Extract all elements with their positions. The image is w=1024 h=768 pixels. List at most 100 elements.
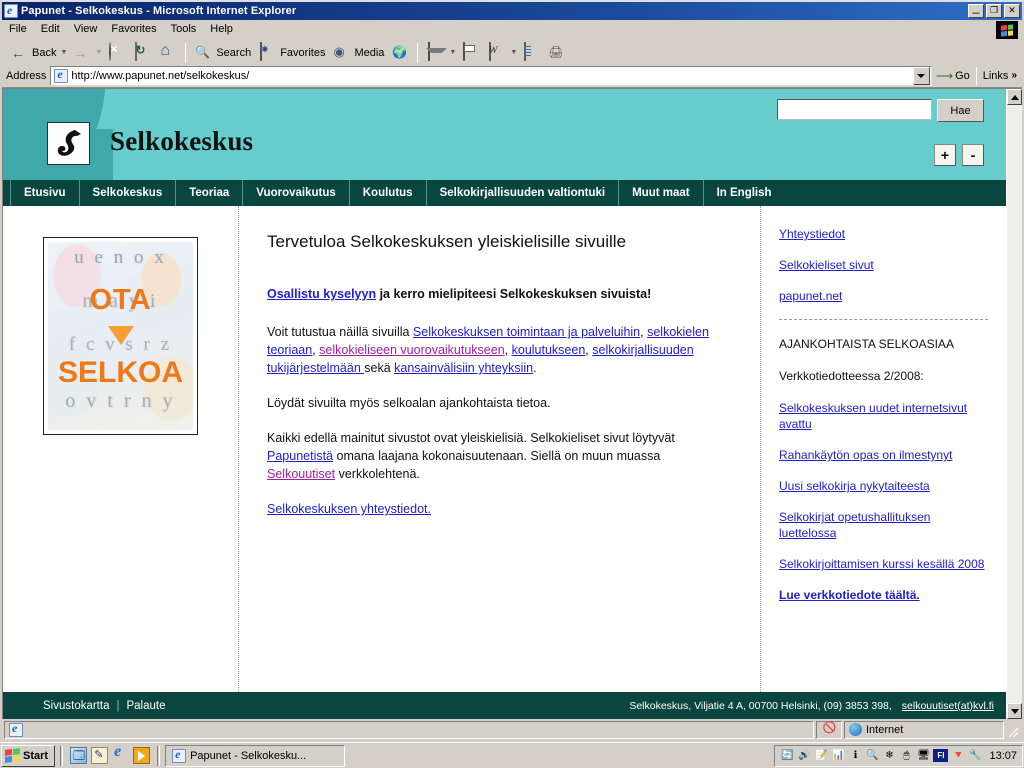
clock[interactable]: 13:07 <box>989 750 1017 762</box>
show-desktop-icon[interactable] <box>70 747 88 766</box>
news-link-rahankayton-opas[interactable]: Rahankäytön opas on ilmestynyt <box>779 447 988 463</box>
nav-item-etusivu[interactable]: Etusivu <box>10 180 80 206</box>
nav-item-in-english[interactable]: In English <box>704 180 785 206</box>
news-link-uudet-internetsivut[interactable]: Selkokeskuksen uudet internetsivut avatt… <box>779 400 988 432</box>
tray-mouse-icon[interactable]: 🖱 <box>899 749 913 763</box>
menu-help[interactable]: Help <box>203 21 240 38</box>
sidebar-link-papunet-net[interactable]: papunet.net <box>779 288 988 304</box>
refresh-button[interactable] <box>129 41 155 64</box>
taskbar-window-button[interactable]: Papunet - Selkokesku... <box>165 744 346 767</box>
close-button[interactable]: ✕ <box>1004 4 1020 18</box>
history-button[interactable] <box>387 42 413 64</box>
sidebar-link-selkokieliset-sivut[interactable]: Selkokieliset sivut <box>779 257 988 273</box>
status-ie-icon <box>9 721 23 737</box>
footer-email-link[interactable]: selkouutiset(at)kvl.fi <box>902 700 994 712</box>
footer-link-palaute[interactable]: Palaute <box>126 700 165 712</box>
tray-chart-icon[interactable]: 📊 <box>831 749 845 763</box>
news-link-selkokirjoittamisen-kurssi[interactable]: Selkokirjoittamisen kurssi kesällä 2008 <box>779 556 988 572</box>
discuss-button[interactable] <box>518 41 544 64</box>
mail-button[interactable] <box>422 41 448 64</box>
tray-download-icon[interactable]: 🔻 <box>951 749 965 763</box>
scrollbar-track[interactable] <box>1007 105 1022 703</box>
site-navigation: Etusivu Selkokeskus Teoriaa Vuorovaikutu… <box>3 180 1006 206</box>
media-button[interactable]: Media <box>328 42 387 64</box>
resize-grip[interactable] <box>1006 721 1020 739</box>
site-search-input[interactable] <box>777 99 932 120</box>
mail-dropdown-icon[interactable]: ▼ <box>448 49 457 56</box>
address-input[interactable]: http://www.papunet.net/selkokeskus/ <box>50 65 932 86</box>
media-label: Media <box>354 46 385 59</box>
messenger-button[interactable] <box>544 42 570 64</box>
nav-item-koulutus[interactable]: Koulutus <box>350 180 427 206</box>
forward-dropdown-icon[interactable]: ▼ <box>94 49 103 56</box>
link-selkokieliseen-vuorovaikutukseen[interactable]: selkokieliseen vuorovaikutukseen <box>319 343 505 357</box>
outlook-express-icon[interactable] <box>91 747 109 764</box>
address-bar: Address http://www.papunet.net/selkokesk… <box>2 65 1022 88</box>
favorites-label: Favorites <box>280 46 326 59</box>
menu-favorites[interactable]: Favorites <box>104 21 163 38</box>
nav-item-selkokeskus[interactable]: Selkokeskus <box>80 180 177 206</box>
forward-button[interactable] <box>68 42 94 64</box>
link-kansainvalisiin-yhteyksiin[interactable]: kansainvälisiin yhteyksiin <box>394 361 533 375</box>
internet-explorer-quicklaunch-icon[interactable] <box>112 743 129 764</box>
nav-item-valtiontuki[interactable]: Selkokirjallisuuden valtiontuki <box>427 180 620 206</box>
edit-word-button[interactable] <box>483 41 509 64</box>
nav-item-muut-maat[interactable]: Muut maat <box>619 180 704 206</box>
increase-font-button[interactable]: + <box>934 144 956 166</box>
link-papunetista[interactable]: Papunetistä <box>267 449 333 463</box>
tray-volume-icon[interactable]: 🔊 <box>797 749 811 763</box>
start-button[interactable]: Start <box>1 744 56 767</box>
maximize-button[interactable]: ❐ <box>986 4 1002 18</box>
tray-search-icon[interactable]: 🔍 <box>865 749 879 763</box>
stop-button[interactable] <box>103 41 129 64</box>
nav-item-vuorovaikutus[interactable]: Vuorovaikutus <box>243 180 350 206</box>
tray-info-icon[interactable]: ℹ <box>848 749 862 763</box>
ota-selkoa-poster-image[interactable]: u e n o x m a y i f c v s r z o v t r n … <box>43 237 198 435</box>
search-button[interactable]: Search <box>190 42 254 64</box>
selkokeskus-logo[interactable] <box>47 122 90 165</box>
tray-text-icon[interactable]: 📝 <box>814 749 828 763</box>
minimize-button[interactable]: _ <box>968 1 984 18</box>
home-button[interactable] <box>155 42 181 64</box>
tray-display-icon[interactable]: 🖥 <box>916 749 930 763</box>
print-button[interactable] <box>457 41 483 64</box>
news-link-lue-verkkotiedote[interactable]: Lue verkkotiedote täältä. <box>779 587 988 603</box>
menu-view[interactable]: View <box>67 21 105 38</box>
site-search-button[interactable]: Hae <box>937 99 984 122</box>
links-button[interactable]: Links » <box>977 70 1020 82</box>
link-koulutukseen[interactable]: koulutukseen <box>512 343 586 357</box>
link-osallistu-kyselyyn[interactable]: Osallistu kyselyyn <box>267 287 376 301</box>
sidebar-link-yhteystiedot[interactable]: Yhteystiedot <box>779 226 988 242</box>
taskbar-ie-icon <box>172 747 187 763</box>
contact-paragraph: Selkokeskuksen yhteystiedot. <box>267 500 726 518</box>
messenger-icon <box>547 43 567 63</box>
edit-dropdown-icon[interactable]: ▼ <box>509 49 518 56</box>
favorites-button[interactable]: Favorites <box>254 41 328 64</box>
news-link-opetushallituksen-luettelossa[interactable]: Selkokirjat opetushallituksen luetteloss… <box>779 509 988 541</box>
news-heading: AJANKOHTAISTA SELKOASIAA <box>779 337 954 351</box>
news-link-uusi-selkokirja[interactable]: Uusi selkokirja nykytaiteesta <box>779 478 988 494</box>
menu-tools[interactable]: Tools <box>164 21 204 38</box>
tray-tools-icon[interactable]: 🔧 <box>968 749 982 763</box>
scroll-down-button[interactable] <box>1007 703 1022 719</box>
menu-edit[interactable]: Edit <box>34 21 67 38</box>
page-scrollbar[interactable] <box>1006 89 1022 719</box>
decrease-font-button[interactable]: - <box>962 144 984 166</box>
footer-link-sivustokartta[interactable]: Sivustokartta <box>43 700 109 712</box>
tray-antivirus-icon[interactable]: ❄ <box>882 749 896 763</box>
scroll-up-button[interactable] <box>1007 89 1022 105</box>
media-player-icon[interactable] <box>133 747 151 764</box>
back-button[interactable]: Back <box>6 42 59 64</box>
web-page: Selkokeskus Hae + - Etusivu Selkokeskus … <box>3 89 1006 719</box>
back-dropdown-icon[interactable]: ▼ <box>59 49 68 56</box>
tray-language-indicator[interactable]: FI <box>933 749 949 762</box>
menu-file[interactable]: File <box>2 21 34 38</box>
link-selkouutiset[interactable]: Selkouutiset <box>267 467 335 481</box>
link-toimintaan-ja-palveluihin[interactable]: Selkokeskuksen toimintaan ja palveluihin <box>413 325 640 339</box>
go-button[interactable]: ⟶ Go <box>932 69 976 83</box>
link-selkokeskuksen-yhteystiedot[interactable]: Selkokeskuksen yhteystiedot. <box>267 502 431 516</box>
address-dropdown-icon[interactable] <box>912 66 930 85</box>
refresh-icon <box>132 41 152 63</box>
tray-network-icon[interactable]: 🔄 <box>780 749 794 763</box>
nav-item-teoriaa[interactable]: Teoriaa <box>176 180 244 206</box>
